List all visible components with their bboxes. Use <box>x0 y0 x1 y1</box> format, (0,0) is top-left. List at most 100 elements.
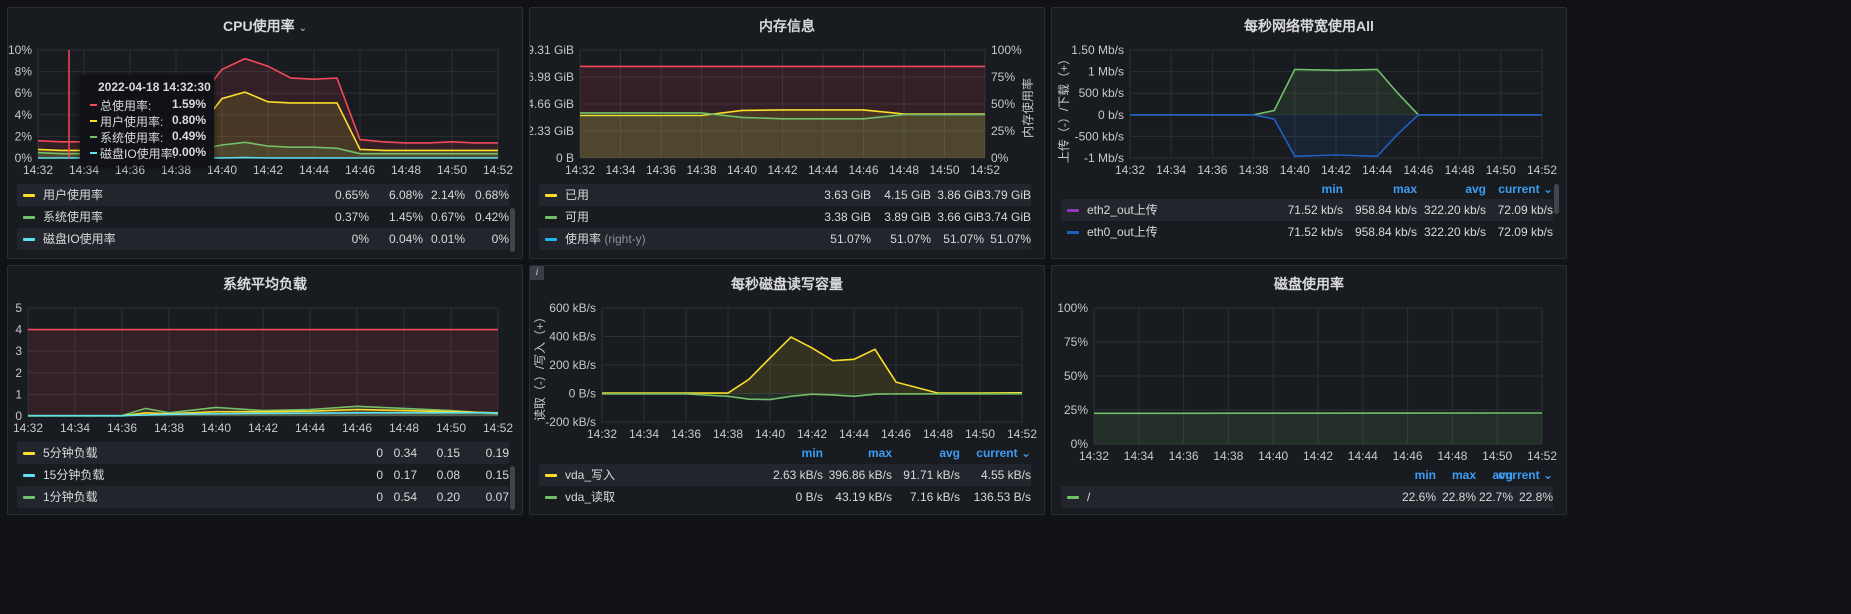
series-swatch <box>1067 209 1079 212</box>
legend-row[interactable]: 可用 3.38 GiB 3.89 GiB 3.66 GiB 3.74 GiB <box>539 206 1031 228</box>
legend-series-name[interactable]: 15分钟负载 <box>43 464 104 486</box>
legend-row[interactable]: 15分钟负载 0 0.17 0.08 0.15 <box>17 464 509 486</box>
x-tick-label: 14:50 <box>929 163 959 177</box>
y-tick-label: 1 <box>15 387 22 401</box>
y-tick-label: 1 Mb/s <box>1088 65 1124 79</box>
legend-header-max[interactable]: max <box>1337 182 1417 196</box>
x-tick-label: 14:36 <box>107 421 137 435</box>
x-tick-label: 14:32 <box>565 163 595 177</box>
x-tick-label: 14:38 <box>161 163 191 177</box>
x-tick-label: 14:46 <box>848 163 878 177</box>
series-swatch <box>23 216 35 219</box>
legend-series-name[interactable]: 磁盘IO使用率 <box>43 228 116 250</box>
y-tick-label: 50% <box>1064 369 1088 383</box>
tooltip-value: 0.00% <box>171 145 206 159</box>
legend-row[interactable]: 用户使用率 0.65% 6.08% 2.14% 0.68% <box>17 184 509 206</box>
legend-row[interactable]: eth0_out上传 71.52 kb/s 958.84 kb/s 322.20 kb… <box>1061 221 1553 243</box>
y-tick-label: 75% <box>1064 335 1088 349</box>
series-area <box>1130 69 1542 115</box>
y-tick-label: -500 kb/s <box>1075 129 1124 143</box>
legend-row[interactable]: 磁盘IO使用率 0% 0.04% 0.01% 0% <box>17 228 509 250</box>
x-tick-label: 14:42 <box>1303 449 1333 463</box>
y-axis-label: 读取（-）/写入（+） <box>533 311 547 421</box>
legend-series-name[interactable]: eth0_out上传 <box>1087 221 1158 243</box>
x-tick-label: 14:40 <box>1258 449 1288 463</box>
legend-row[interactable]: 已用 3.63 GiB 4.15 GiB 3.86 GiB 3.79 GiB <box>539 184 1031 206</box>
y-axis-label: 上传（-）/下载（+） <box>1056 53 1071 163</box>
y-tick-label: 100% <box>1057 301 1088 315</box>
legend-axis-note: (right-y) <box>601 232 646 246</box>
x-tick-label: 14:48 <box>391 163 421 177</box>
x-tick-label: 14:42 <box>248 421 278 435</box>
legend-series-name[interactable]: 1分钟负载 <box>43 486 98 508</box>
x-tick-label: 14:32 <box>1079 449 1109 463</box>
y-tick-label: 0% <box>1071 437 1089 451</box>
x-tick-label: 14:32 <box>13 421 43 435</box>
series-swatch <box>1067 231 1079 234</box>
legend-series-name[interactable]: vda_写入 <box>565 464 615 486</box>
legend-value: 0.15 <box>485 468 509 482</box>
y-tick-label: 0 <box>15 409 22 423</box>
legend-row[interactable]: vda_写入 2.63 kB/s 396.86 kB/s 91.71 kB/s 4.55… <box>539 464 1031 486</box>
series-swatch <box>23 238 35 241</box>
legend-scrollbar[interactable] <box>510 208 515 252</box>
legend-header-current[interactable]: current ⌄ <box>1473 182 1553 196</box>
panel-cpu-usage: CPU使用率 ⌄ 14:32 14:34 14:36 14:38 14:40 14:42 14… <box>7 7 523 259</box>
legend: min max avg current ⌄ vda_写入 2.63 kB/s 396.86 … <box>539 446 1035 510</box>
legend-series-name[interactable]: 使用率 (right-y) <box>565 228 646 250</box>
series-swatch <box>23 452 35 455</box>
legend-series-name[interactable]: 系统使用率 <box>43 206 103 228</box>
legend-row[interactable]: 系统使用率 0.37% 1.45% 0.67% 0.42% <box>17 206 509 228</box>
legend-series-name[interactable]: 5分钟负载 <box>43 442 98 464</box>
x-tick-label: 14:34 <box>1124 449 1154 463</box>
legend-row[interactable]: vda_读取 0 B/s 43.19 kB/s 7.16 kB/s 136.53 B/s <box>539 486 1031 508</box>
series-area <box>1094 413 1542 444</box>
legend-series-name[interactable]: vda_读取 <box>565 486 615 508</box>
y-tick-label: 5 <box>15 301 22 315</box>
y-tick-label: 2% <box>15 129 33 143</box>
legend: 用户使用率 0.65% 6.08% 2.14% 0.68% 系统使用率 0.37% 1.45%… <box>17 184 513 252</box>
x-tick-label: 14:44 <box>839 427 869 441</box>
legend-value: 4.55 kB/s <box>980 468 1031 482</box>
legend-series-name[interactable]: 可用 <box>565 206 589 228</box>
series-swatch <box>1067 496 1079 499</box>
legend: min max avg current ⌄ eth2_out上传 71.52 kb/s 95… <box>1061 182 1557 252</box>
x-tick-label: 14:32 <box>23 163 53 177</box>
legend-header-current[interactable]: current ⌄ <box>1473 468 1553 482</box>
legend-series-name[interactable]: eth2_out上传 <box>1087 199 1158 221</box>
x-tick-label: 14:38 <box>1213 449 1243 463</box>
x-tick-label: 14:38 <box>1239 163 1269 177</box>
legend-header-min[interactable]: min <box>1263 182 1343 196</box>
legend-scrollbar[interactable] <box>510 466 515 510</box>
legend-header-avg[interactable]: avg <box>880 446 960 460</box>
x-tick-label: 14:50 <box>1486 163 1516 177</box>
y-tick-label: 8% <box>15 65 33 79</box>
legend: 5分钟负载 0 0.34 0.15 0.19 15分钟负载 0 0.17 0.08 0.15 1分钟… <box>17 442 513 510</box>
legend-header-current[interactable]: current ⌄ <box>951 446 1031 460</box>
legend-row[interactable]: /22.6% 22.8% 22.7% 22.8% <box>1061 486 1553 508</box>
tooltip-row: 磁盘IO使用率: 0.00% <box>88 145 206 161</box>
legend-scrollbar[interactable] <box>1554 184 1559 214</box>
series-swatch <box>545 496 557 499</box>
x-tick-label: 14:36 <box>1197 163 1227 177</box>
y-tick-label: 0 B/s <box>569 387 596 401</box>
tooltip-series-name: 磁盘IO使用率: <box>100 147 177 161</box>
tooltip-series-name: 用户使用率: <box>100 115 164 129</box>
legend-row[interactable]: 1分钟负载 0 0.54 0.20 0.07 <box>17 486 509 508</box>
legend-series-name[interactable]: 用户使用率 <box>43 184 103 206</box>
x-tick-label: 14:34 <box>69 163 99 177</box>
y-tick-label: -200 kB/s <box>545 415 596 429</box>
legend-row[interactable]: 使用率 (right-y) 51.07% 51.07% 51.07% 51.07% <box>539 228 1031 250</box>
x-tick-label: 14:46 <box>342 421 372 435</box>
tooltip-value: 1.59% <box>171 97 206 111</box>
x-tick-label: 14:52 <box>1527 163 1557 177</box>
legend-row[interactable]: eth2_out上传 71.52 kb/s 958.84 kb/s 322.20 kb… <box>1061 199 1553 221</box>
legend-row[interactable]: 5分钟负载 0 0.34 0.15 0.19 <box>17 442 509 464</box>
legend-series-name[interactable]: / <box>1087 486 1090 508</box>
x-tick-label: 14:52 <box>1007 427 1037 441</box>
legend-header-min[interactable]: min <box>743 446 823 460</box>
legend-series-name[interactable]: 已用 <box>565 184 589 206</box>
panel-network: 每秒网络带宽使用All 14:32 14:34 14:36 14:38 14:40 14:… <box>1051 7 1567 259</box>
x-tick-label: 14:42 <box>767 163 797 177</box>
x-tick-label: 14:34 <box>629 427 659 441</box>
